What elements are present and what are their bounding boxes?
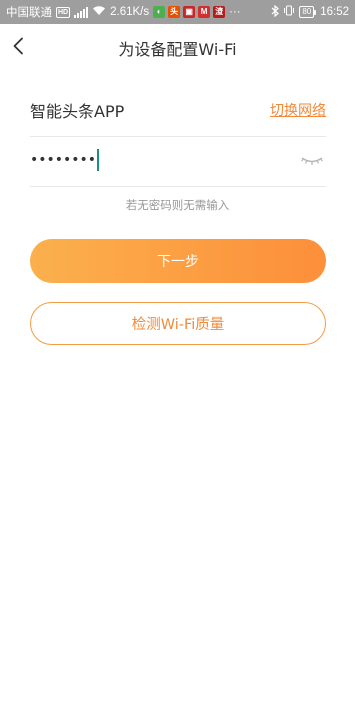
network-ssid: 智能头条APP [30,101,125,121]
clock: 16:52 [320,6,349,18]
password-value: •••••••• [30,151,97,168]
app-icon-2: 头 [168,6,181,18]
wifi-icon [92,5,106,19]
battery-icon: 80 [299,6,317,18]
status-bar-left: 中国联通 HD 2.61K/s ◐ 头 ▣ M 渣 ··· [6,4,241,20]
network-speed: 2.61K/s [110,6,150,18]
app-icon-1: ◐ [153,6,166,18]
status-bar: 中国联通 HD 2.61K/s ◐ 头 ▣ M 渣 ··· 80 16:52 [0,0,355,24]
more-notifications-icon: ··· [229,6,241,18]
app-icon-4: M [198,6,211,18]
vibrate-icon [283,5,295,19]
network-row: 智能头条APP 切换网络 [30,83,326,137]
signal-icon [74,6,89,18]
eye-closed-icon [301,156,323,165]
battery-level: 80 [299,6,315,18]
password-field[interactable]: •••••••• [30,148,100,171]
password-row: •••••••• [30,133,326,187]
toggle-password-visibility-button[interactable] [298,149,326,171]
check-wifi-quality-button[interactable]: 检测Wi-Fi质量 [30,302,326,345]
next-step-button[interactable]: 下一步 [30,239,326,283]
carrier-label: 中国联通 [6,7,52,19]
notification-icons: ◐ 头 ▣ M 渣 [153,6,226,18]
navigation-bar: 为设备配置Wi-Fi [0,24,355,70]
bluetooth-icon [271,4,280,20]
hd-badge: HD [56,6,71,18]
status-bar-right: 80 16:52 [271,4,349,20]
switch-network-link[interactable]: 切换网络 [270,100,326,120]
password-hint: 若无密码则无需输入 [125,198,230,212]
page-title: 为设备配置Wi-Fi [118,40,237,59]
app-icon-3: ▣ [183,6,196,18]
app-icon-5: 渣 [213,6,226,18]
text-cursor [97,148,100,171]
